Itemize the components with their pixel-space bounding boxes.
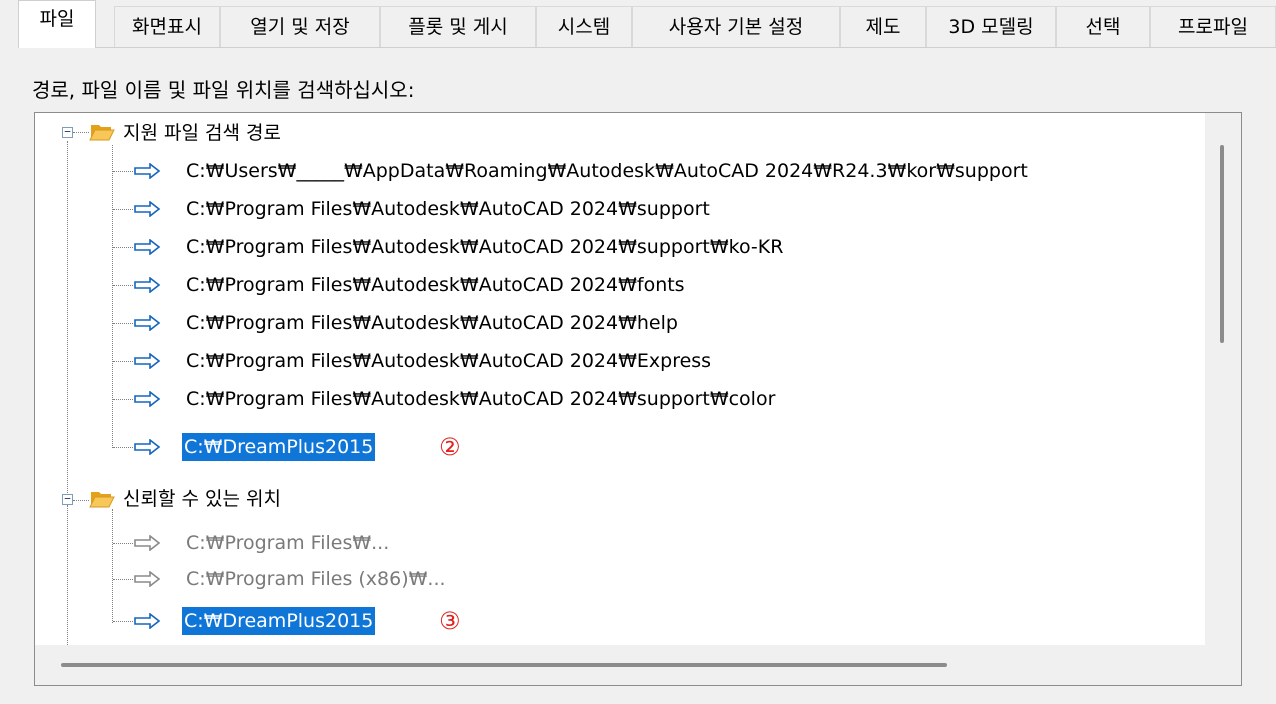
tree-item-label: C:₩Program Files₩Autodesk₩AutoCAD 2024₩s…: [186, 198, 710, 220]
file-search-tree-panel: − 지원 파일 검색 경로 C:₩Users₩_____₩AppData₩Roa…: [34, 112, 1242, 686]
tree-connector: [113, 323, 133, 324]
arrow-right-icon: [134, 439, 160, 455]
tree-connector: [113, 361, 133, 362]
tab-strip-baseline: [18, 47, 1276, 48]
tab-strip: 파일 화면표시 열기 및 저장 플롯 및 게시 시스템 사용자 기본 설정 제도…: [18, 0, 1276, 48]
tree-connector: [113, 285, 133, 286]
tree-connector: [113, 543, 133, 544]
tree-item-label-selected: C:₩DreamPlus2015: [182, 433, 376, 461]
arrow-right-icon: [134, 201, 160, 217]
annotation-marker-3: ③: [439, 607, 461, 635]
tree-item-label: C:₩Program Files₩Autodesk₩AutoCAD 2024₩s…: [186, 388, 776, 410]
vertical-scrollbar[interactable]: [1205, 113, 1241, 645]
tree-item-selected[interactable]: C:₩DreamPlus2015 ③: [35, 607, 635, 635]
tree-item[interactable]: C:₩Program Files₩Autodesk₩AutoCAD 2024₩s…: [35, 233, 1205, 261]
search-prompt-label: 경로, 파일 이름 및 파일 위치를 검색하십시오:: [32, 78, 415, 102]
open-folder-icon: [89, 492, 115, 508]
arrow-right-icon: [134, 353, 160, 369]
tree-item[interactable]: C:₩Program Files₩Autodesk₩AutoCAD 2024₩s…: [35, 385, 1205, 413]
open-folder-icon: [89, 125, 115, 141]
tree-connector: [113, 209, 133, 210]
tab-user-preferences[interactable]: 사용자 기본 설정: [632, 6, 840, 47]
tree-item[interactable]: C:₩Program Files₩Autodesk₩AutoCAD 2024₩s…: [35, 195, 1205, 223]
vertical-scrollbar-thumb[interactable]: [1220, 145, 1224, 343]
tab-selection[interactable]: 선택: [1056, 6, 1150, 47]
horizontal-scrollbar-thumb[interactable]: [61, 663, 947, 667]
tree-item-label-disabled: C:₩Program Files₩...: [186, 532, 390, 554]
collapse-icon[interactable]: −: [62, 126, 73, 138]
tree-item[interactable]: C:₩Program Files₩Autodesk₩AutoCAD 2024₩h…: [35, 309, 1205, 337]
tree-group-label: 지원 파일 검색 경로: [123, 122, 281, 144]
tree-connector: [113, 447, 133, 448]
tree-node-support-paths[interactable]: − 지원 파일 검색 경로: [35, 119, 635, 147]
tree-connector: [113, 171, 133, 172]
tab-drafting[interactable]: 제도: [840, 6, 926, 47]
arrow-right-icon: [134, 239, 160, 255]
arrow-right-icon: [134, 535, 160, 551]
collapse-icon[interactable]: −: [62, 493, 73, 505]
horizontal-scrollbar[interactable]: [35, 645, 1241, 685]
tree-connector: [113, 399, 133, 400]
tree-item-label: C:₩Program Files₩Autodesk₩AutoCAD 2024₩f…: [186, 274, 685, 296]
tree-item[interactable]: C:₩Program Files₩Autodesk₩AutoCAD 2024₩f…: [35, 271, 1205, 299]
annotation-marker-2: ②: [439, 433, 461, 461]
arrow-right-icon: [134, 391, 160, 407]
tree-item-label: C:₩Program Files₩Autodesk₩AutoCAD 2024₩s…: [186, 236, 784, 258]
tab-open-save[interactable]: 열기 및 저장: [220, 6, 380, 47]
tree-item[interactable]: C:₩Users₩_____₩AppData₩Roaming₩Autodesk₩…: [35, 157, 1205, 185]
tree-item-label: C:₩Users₩_____₩AppData₩Roaming₩Autodesk₩…: [186, 160, 1028, 182]
tree-connector: [113, 247, 133, 248]
tree-item-label: C:₩Program Files₩Autodesk₩AutoCAD 2024₩h…: [186, 312, 678, 334]
arrow-right-icon: [134, 613, 160, 629]
tree-item[interactable]: C:₩Program Files₩Autodesk₩AutoCAD 2024₩E…: [35, 347, 1205, 375]
tree-item[interactable]: C:₩Program Files (x86)₩...: [35, 565, 1205, 593]
arrow-right-icon: [134, 571, 160, 587]
tree-item-selected[interactable]: C:₩DreamPlus2015 ②: [35, 433, 635, 461]
tab-plot-publish[interactable]: 플롯 및 게시: [380, 6, 536, 47]
tab-files[interactable]: 파일: [18, 0, 96, 48]
tree-item-label-selected: C:₩DreamPlus2015: [182, 607, 376, 635]
tab-system[interactable]: 시스템: [536, 6, 632, 47]
tab-profiles[interactable]: 프로파일: [1150, 6, 1276, 47]
tree-item-label-disabled: C:₩Program Files (x86)₩...: [186, 568, 446, 590]
arrow-right-icon: [134, 277, 160, 293]
tree-item-label: C:₩Program Files₩Autodesk₩AutoCAD 2024₩E…: [186, 350, 712, 372]
tree-view[interactable]: − 지원 파일 검색 경로 C:₩Users₩_____₩AppData₩Roa…: [35, 113, 1205, 653]
tree-node-trusted-locations[interactable]: − 신뢰할 수 있는 위치: [35, 485, 635, 513]
tree-item[interactable]: C:₩Program Files₩...: [35, 529, 1205, 557]
tab-3d-modeling[interactable]: 3D 모델링: [926, 6, 1056, 47]
tab-display[interactable]: 화면표시: [114, 6, 220, 47]
tree-connector: [113, 579, 133, 580]
arrow-right-icon: [134, 315, 160, 331]
tree-connector: [113, 621, 133, 622]
tree-group-label: 신뢰할 수 있는 위치: [123, 488, 281, 510]
arrow-right-icon: [134, 163, 160, 179]
